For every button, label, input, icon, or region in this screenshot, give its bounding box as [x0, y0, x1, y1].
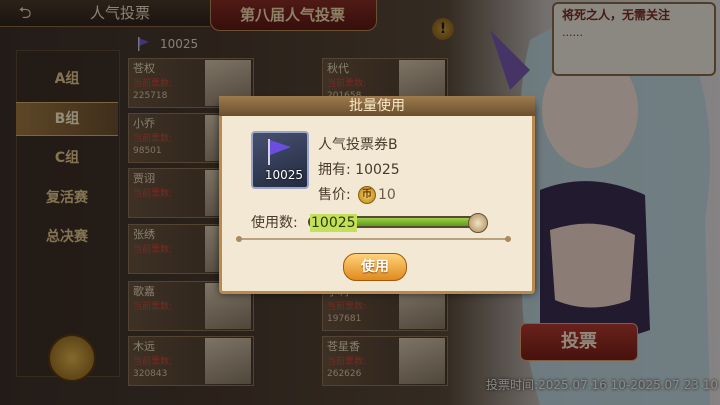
divider: [238, 238, 508, 240]
ticket-flag-icon: [268, 139, 291, 165]
use-button[interactable]: 使用: [343, 253, 407, 281]
item-price-label: 售价:: [318, 187, 351, 203]
divider-ornament: [505, 236, 511, 242]
dialog-title: 批量使用: [349, 98, 405, 114]
coin-icon: 币: [358, 186, 376, 204]
use-count-label: 使用数:: [251, 215, 298, 231]
item-owned: 拥有: 10025: [318, 162, 400, 178]
item-price: 10: [378, 187, 396, 203]
slider-handle[interactable]: [468, 213, 488, 233]
item-name: 人气投票券B: [318, 137, 398, 153]
divider-ornament: [236, 236, 242, 242]
use-count-value: 10025: [310, 214, 357, 232]
item-quantity: 10025: [264, 168, 303, 182]
